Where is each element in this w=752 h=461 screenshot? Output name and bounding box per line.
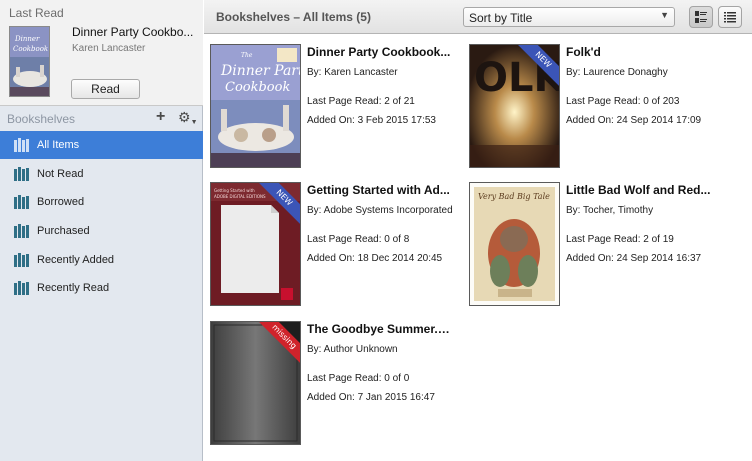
missing-badge: missing xyxy=(255,322,300,367)
last-read-author: Karen Lancaster xyxy=(72,43,146,54)
list-view-button[interactable] xyxy=(718,6,742,28)
book-title[interactable]: Dinner Party Cookbook... xyxy=(307,45,455,59)
sidebar-item-all-items[interactable]: All Items xyxy=(0,131,203,159)
badge-label: NEW xyxy=(514,45,559,90)
sidebar-item-label: Borrowed xyxy=(37,196,85,208)
book-title[interactable]: Getting Started with Ad... xyxy=(307,183,455,197)
book-cover[interactable]: Getting Started with ADOBE DIGITAL EDITI… xyxy=(210,182,301,306)
new-badge: NEW xyxy=(255,183,300,228)
book-added-on: Added On: 3 Feb 2015 17:53 xyxy=(307,115,436,126)
last-read-panel: Last Read Dinner Cookbook Dinner Party C… xyxy=(0,0,203,106)
library-grid: The Dinner Party Cookbook Dinner Party C… xyxy=(204,35,752,461)
book-cover[interactable]: OLK NEW xyxy=(469,44,560,168)
book-title[interactable]: The Goodbye Summer.pdf xyxy=(307,322,455,336)
book-added-on: Added On: 7 Jan 2015 16:47 xyxy=(307,392,435,403)
bookshelf-icon xyxy=(14,224,29,238)
bookshelf-icon xyxy=(14,167,29,181)
book-item[interactable]: Very Bad Big Tale Little Bad Wolf and Re… xyxy=(463,173,718,306)
detail-view-icon xyxy=(695,11,707,23)
detail-view-button[interactable] xyxy=(689,6,713,28)
badge-label: NEW xyxy=(255,183,300,228)
cover-text: Very Bad Big Tale xyxy=(478,192,550,201)
book-title[interactable]: Little Bad Wolf and Red... xyxy=(566,183,714,197)
bookshelf-icon xyxy=(14,195,29,209)
page-title: Bookshelves – All Items (5) xyxy=(216,10,371,24)
sidebar-item-label: Not Read xyxy=(37,168,84,180)
svg-text:Getting Started with: Getting Started with xyxy=(214,188,255,193)
book-added-on: Added On: 24 Sep 2014 17:09 xyxy=(566,115,702,126)
sidebar-item-label: Purchased xyxy=(37,225,90,237)
sidebar-item-label: All Items xyxy=(37,139,80,151)
book-author: By: Author Unknown xyxy=(307,344,398,355)
sidebar-item-label: Recently Added xyxy=(37,254,115,266)
book-cover[interactable]: missing xyxy=(210,321,301,445)
sidebar-item-not-read[interactable]: Not Read xyxy=(0,160,203,188)
book-added-on: Added On: 24 Sep 2014 16:37 xyxy=(566,253,702,264)
bookshelves-title: Bookshelves xyxy=(7,112,76,126)
sidebar-item-purchased[interactable]: Purchased xyxy=(0,217,203,245)
book-last-page-read: Last Page Read: 2 of 21 xyxy=(307,96,415,107)
list-view-icon xyxy=(724,12,736,23)
book-last-page-read: Last Page Read: 0 of 8 xyxy=(307,234,410,245)
book-last-page-read: Last Page Read: 0 of 203 xyxy=(566,96,680,107)
sort-select-value: Sort by Title xyxy=(469,11,533,25)
last-read-title[interactable]: Dinner Party Cookbo... xyxy=(72,25,200,39)
sort-select[interactable]: Sort by Title ▼ xyxy=(463,7,675,27)
toolbar: Bookshelves – All Items (5) Sort by Titl… xyxy=(204,0,752,34)
book-author: By: Karen Lancaster xyxy=(307,67,398,78)
sidebar-item-label: Recently Read xyxy=(37,282,110,294)
book-cover[interactable]: The Dinner Party Cookbook xyxy=(210,44,301,168)
book-author: By: Tocher, Timothy xyxy=(566,205,654,216)
last-read-cover[interactable]: Dinner Cookbook xyxy=(9,26,50,97)
bookshelf-icon xyxy=(14,253,29,267)
sidebar-item-recently-read[interactable]: Recently Read xyxy=(0,274,203,302)
book-last-page-read: Last Page Read: 2 of 19 xyxy=(566,234,674,245)
svg-text:The: The xyxy=(241,52,253,59)
book-item[interactable]: missing The Goodbye Summer.pdf By: Autho… xyxy=(204,312,459,445)
badge-label: missing xyxy=(255,322,300,367)
add-shelf-icon[interactable]: + xyxy=(156,108,165,126)
bookshelf-icon xyxy=(14,281,29,295)
new-badge: NEW xyxy=(514,45,559,90)
chevron-down-icon: ▼ xyxy=(660,10,669,20)
bookshelves-header: Bookshelves + ⚙▼ xyxy=(0,106,203,130)
book-cover[interactable]: Very Bad Big Tale xyxy=(469,182,560,306)
book-item[interactable]: Getting Started with ADOBE DIGITAL EDITI… xyxy=(204,173,459,306)
book-added-on: Added On: 18 Dec 2014 20:45 xyxy=(307,253,443,264)
book-last-page-read: Last Page Read: 0 of 0 xyxy=(307,373,410,384)
gear-menu-icon[interactable]: ⚙▼ xyxy=(178,109,198,126)
sidebar-item-borrowed[interactable]: Borrowed xyxy=(0,188,203,216)
book-title[interactable]: Folk'd xyxy=(566,45,714,59)
read-button[interactable]: Read xyxy=(71,79,140,99)
book-author: By: Adobe Systems Incorporated xyxy=(307,205,453,216)
sidebar: Last Read Dinner Cookbook Dinner Party C… xyxy=(0,0,203,461)
book-item[interactable]: OLK NEW Folk'd By: Laurence Donaghy Last… xyxy=(463,35,718,168)
book-author: By: Laurence Donaghy xyxy=(566,67,668,78)
svg-text:Dinner Party: Dinner Party xyxy=(220,63,300,79)
svg-text:Dinner: Dinner xyxy=(14,35,40,43)
last-read-header: Last Read xyxy=(9,6,64,20)
sidebar-item-recently-added[interactable]: Recently Added xyxy=(0,246,203,274)
book-item[interactable]: The Dinner Party Cookbook Dinner Party C… xyxy=(204,35,459,168)
svg-text:Cookbook: Cookbook xyxy=(13,45,48,53)
svg-text:Cookbook: Cookbook xyxy=(225,80,290,95)
bookshelf-icon xyxy=(14,138,29,152)
